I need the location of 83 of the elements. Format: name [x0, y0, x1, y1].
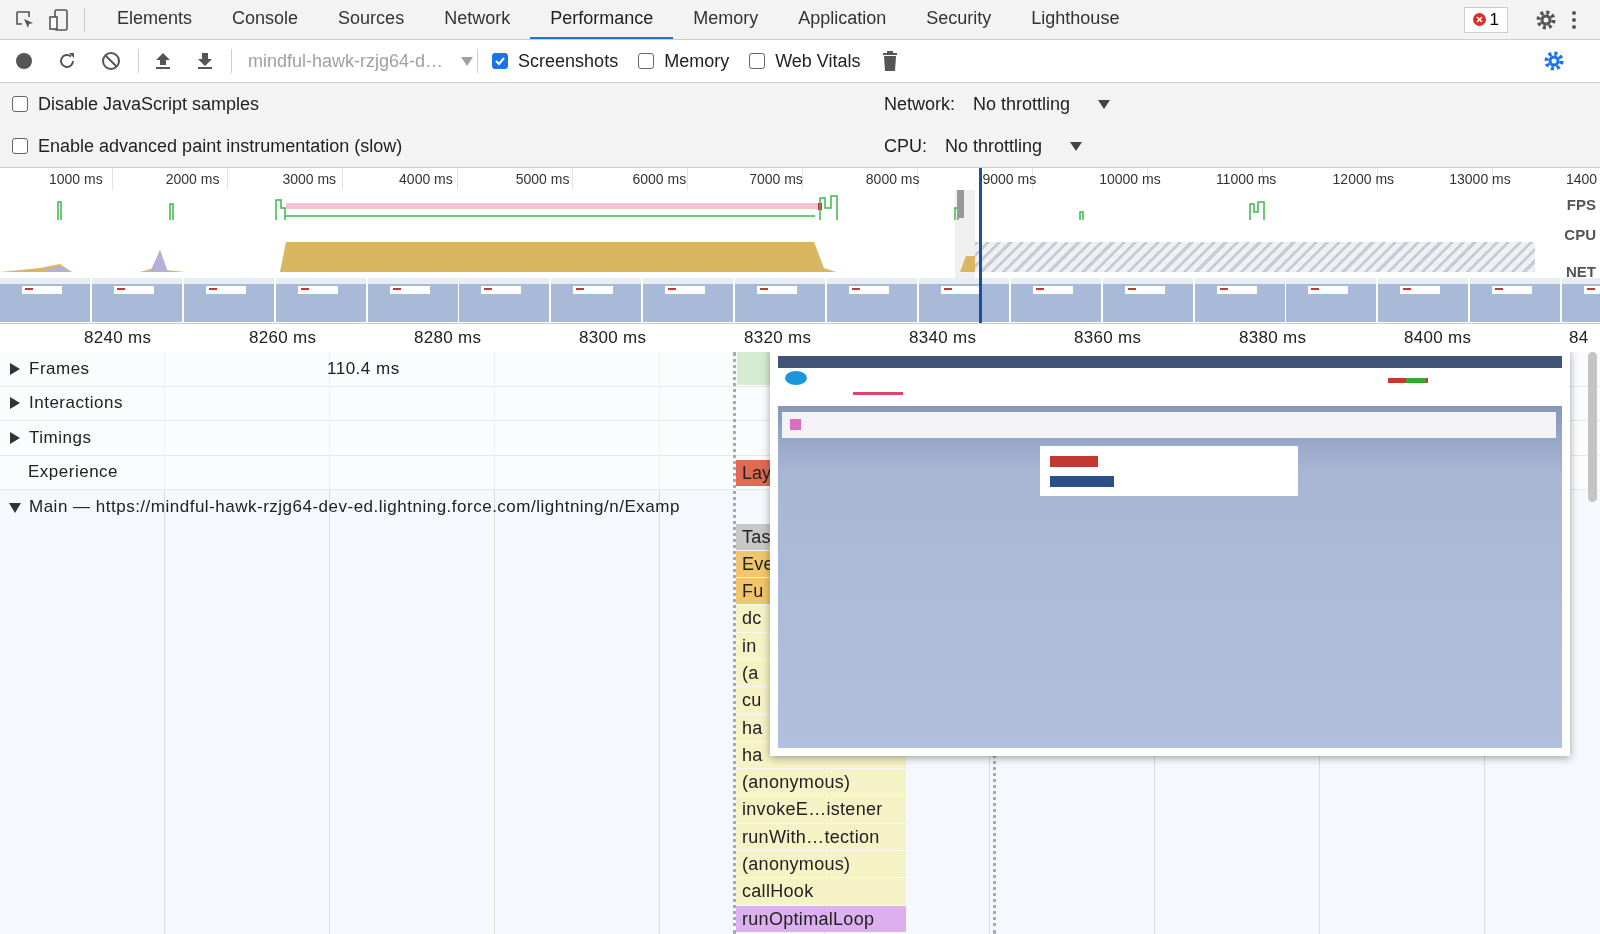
lane-label: NET [1566, 262, 1596, 278]
error-icon [1472, 13, 1486, 26]
expand-arrow-icon[interactable] [9, 431, 21, 444]
panel-tab[interactable]: Performance [530, 0, 674, 39]
track-label[interactable]: Experience [28, 462, 119, 483]
checkbox[interactable] [12, 96, 28, 112]
time-tick-label: 3000 ms [282, 170, 338, 189]
checkbox-label: Web Vitals [775, 50, 861, 72]
time-ruler-label: 8340 ms [909, 327, 978, 349]
panel-tab[interactable]: Elements [97, 0, 213, 39]
time-ruler-label: 8380 ms [1239, 327, 1308, 349]
time-tick-label: 11000 ms [1215, 170, 1278, 189]
panel-tab[interactable]: Network [424, 0, 531, 39]
time-tick-label: 9000 ms [982, 170, 1038, 189]
caret-icon [461, 56, 474, 66]
time-ruler-label: 8360 ms [1074, 327, 1143, 349]
flame-entry[interactable]: runOptimalLoop [736, 905, 906, 932]
flame-entry[interactable]: (anonymous) [736, 769, 906, 796]
track-label[interactable]: Timings [29, 427, 92, 448]
time-tick-label: 12000 ms [1332, 170, 1396, 189]
flame-entry[interactable]: invokeE…istener [736, 796, 906, 823]
checkbox-label: Memory [664, 50, 730, 72]
time-ruler-label: 8320 ms [744, 327, 813, 349]
time-tick-label: 1400 [1565, 170, 1598, 189]
settings-icon[interactable] [1542, 49, 1566, 73]
time-tick-label: 2000 ms [165, 170, 221, 189]
checkbox[interactable] [638, 53, 655, 69]
throttle-label: Network: [884, 93, 955, 115]
error-count: 1 [1489, 9, 1499, 30]
upload-icon[interactable] [153, 51, 173, 71]
checkbox[interactable] [12, 138, 28, 154]
caret-icon [1070, 141, 1083, 151]
checkbox-label: Disable JavaScript samples [38, 93, 260, 115]
time-tick-label: 7000 ms [749, 170, 804, 189]
flame-entry[interactable]: callHook [736, 878, 906, 905]
more-menu-icon[interactable] [1570, 9, 1578, 30]
checkbox-label: Screenshots [518, 50, 619, 72]
time-ruler-label: 84 [1569, 327, 1590, 349]
panel-tab[interactable]: Memory [673, 0, 779, 39]
caret-icon [1098, 99, 1111, 109]
time-ruler-label: 8260 ms [249, 327, 318, 349]
checkbox-label: Enable advanced paint instrumentation (slow) [38, 135, 403, 157]
flame-entry[interactable]: (anonymous) [736, 851, 906, 878]
time-tick-label: 13000 ms [1449, 170, 1512, 189]
throttle-dropdown[interactable]: No throttling [973, 93, 1111, 115]
panel-tab[interactable]: Lighthouse [1011, 0, 1140, 39]
frame-duration: 110.4 ms [327, 358, 400, 379]
time-ruler-label: 8280 ms [414, 327, 483, 349]
track-label[interactable]: Main — https://mindful-hawk-rzjg64-dev-ed.lightning.force.com/lightning/n/Examp [29, 496, 680, 517]
panel-tab[interactable]: Application [778, 0, 907, 39]
time-ruler-label: 8300 ms [579, 327, 648, 349]
scrollbar-thumb[interactable] [1588, 352, 1597, 502]
device-toolbar-icon[interactable] [48, 7, 70, 32]
error-badge[interactable]: 1 [1463, 6, 1508, 33]
checkbox[interactable] [749, 53, 766, 69]
panel-tab[interactable]: Security [906, 0, 1012, 39]
time-tick-label: 4000 ms [399, 170, 454, 189]
lane-label: CPU [1564, 225, 1596, 245]
trash-icon[interactable] [880, 50, 899, 72]
time-tick-label: 5000 ms [515, 170, 571, 189]
expand-arrow-icon[interactable] [9, 397, 21, 410]
time-tick-label: 8000 ms [865, 170, 921, 189]
lane-label: FPS [1566, 195, 1596, 215]
panel-tab[interactable]: Console [212, 0, 319, 39]
throttle-dropdown[interactable]: No throttling [945, 135, 1083, 157]
track-label[interactable]: Frames [29, 358, 90, 379]
time-ruler-label: 8400 ms [1404, 327, 1473, 349]
checkbox[interactable] [492, 53, 509, 69]
throttle-label: CPU: [884, 135, 927, 157]
expand-arrow-icon[interactable] [9, 362, 21, 375]
track-label[interactable]: Interactions [29, 393, 123, 414]
clear-icon[interactable] [100, 50, 122, 72]
time-tick-label: 1000 ms [49, 170, 104, 189]
time-tick-label: 6000 ms [632, 170, 688, 189]
time-ruler-label: 8240 ms [84, 327, 153, 349]
record-icon[interactable] [14, 51, 34, 71]
expand-arrow-icon[interactable] [9, 500, 21, 513]
flame-entry[interactable]: runWith…tection [736, 823, 906, 851]
time-tick-label: 10000 ms [1099, 170, 1162, 189]
long-task-marker [818, 203, 822, 210]
panel-tab[interactable]: Sources [318, 0, 425, 39]
download-icon[interactable] [195, 51, 215, 71]
selection-handle[interactable] [957, 190, 964, 218]
